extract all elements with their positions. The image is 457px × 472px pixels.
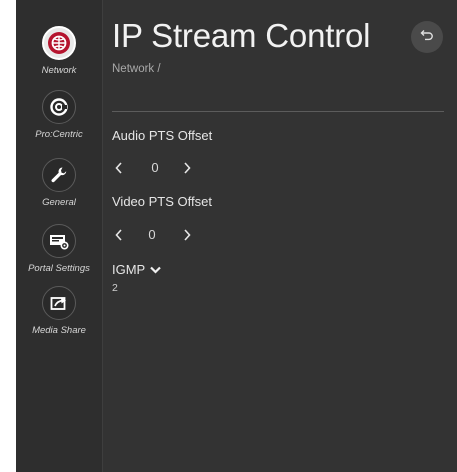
sidebar-item-label: General bbox=[42, 197, 76, 208]
audio-pts-decrease-button[interactable] bbox=[112, 159, 126, 177]
igmp-value: 2 bbox=[112, 282, 118, 294]
igmp-label: IGMP bbox=[112, 262, 146, 277]
video-pts-decrease-button[interactable] bbox=[112, 226, 126, 244]
video-pts-offset-stepper: 0 bbox=[112, 226, 222, 244]
chevron-down-icon bbox=[150, 266, 162, 274]
sidebar-item-network[interactable]: Network bbox=[16, 26, 102, 94]
audio-pts-offset-stepper: 0 bbox=[112, 159, 222, 177]
divider bbox=[112, 111, 444, 112]
back-button[interactable] bbox=[411, 21, 443, 53]
video-pts-offset-value: 0 bbox=[148, 227, 156, 242]
video-pts-increase-button[interactable] bbox=[180, 226, 194, 244]
audio-pts-offset-label: Audio PTS Offset bbox=[112, 128, 213, 143]
sidebar-item-label: Pro:Centric bbox=[35, 129, 83, 140]
network-icon bbox=[42, 26, 76, 60]
audio-pts-offset-value: 0 bbox=[151, 160, 159, 175]
audio-pts-increase-button[interactable] bbox=[180, 159, 194, 177]
sidebar-item-procentric[interactable]: Pro:Centric bbox=[16, 90, 102, 158]
sidebar-item-media-share[interactable]: Media Share bbox=[16, 286, 102, 354]
igmp-dropdown[interactable]: IGMP bbox=[112, 262, 162, 277]
back-arrow-icon bbox=[419, 27, 435, 48]
sidebar-item-general[interactable]: General bbox=[16, 158, 102, 226]
media-share-icon bbox=[42, 286, 76, 320]
portal-settings-icon bbox=[42, 224, 76, 258]
wrench-icon bbox=[42, 158, 76, 192]
breadcrumb[interactable]: Network / bbox=[112, 63, 161, 75]
sidebar-item-label: Portal Settings bbox=[28, 263, 90, 274]
sidebar-item-label: Network bbox=[41, 65, 77, 76]
main-panel: IP Stream Control Network / Audio PTS Of… bbox=[112, 0, 457, 472]
procentric-icon bbox=[42, 90, 76, 124]
video-pts-offset-label: Video PTS Offset bbox=[112, 194, 212, 209]
page-title: IP Stream Control bbox=[112, 17, 371, 54]
sidebar: Network Pro:Centric General Portal Setti… bbox=[16, 0, 103, 472]
sidebar-item-portal-settings[interactable]: Portal Settings bbox=[16, 224, 102, 292]
sidebar-item-label: Media Share bbox=[32, 325, 86, 336]
screen: Network Pro:Centric General Portal Setti… bbox=[16, 0, 457, 472]
